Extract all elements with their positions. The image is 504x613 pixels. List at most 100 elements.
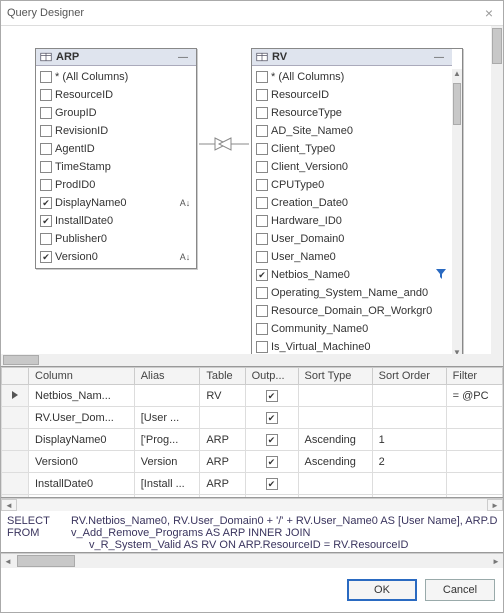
cell-sort_order[interactable] [372,385,446,407]
sql-scroll-x[interactable]: ◄ ► [1,553,503,568]
grid-row[interactable]: RV.User_Dom...[User ... [2,407,503,429]
col-header-output[interactable]: Outp... [245,368,298,385]
field-checkbox[interactable] [256,251,268,263]
cell-sort_order[interactable] [372,407,446,429]
field-row[interactable]: TimeStamp [36,158,196,176]
field-row[interactable]: ProdID0 [36,176,196,194]
field-row[interactable]: Publisher0 [36,230,196,248]
row-selector[interactable] [2,429,29,451]
grid-row[interactable]: DisplayName0['Prog...ARPAscending1 [2,429,503,451]
cell-alias[interactable]: Version [134,451,200,473]
scroll-left-icon[interactable]: ◄ [1,499,17,511]
field-checkbox[interactable] [256,323,268,335]
close-icon[interactable]: × [481,5,497,21]
field-row[interactable]: User_Name0 [252,248,452,266]
output-checkbox[interactable] [266,434,278,446]
scroll-thumb[interactable] [17,555,75,567]
field-checkbox[interactable] [40,233,52,245]
row-selector[interactable] [2,451,29,473]
cell-column[interactable]: DisplayName0 [29,429,135,451]
output-checkbox[interactable] [266,456,278,468]
table-rv-header[interactable]: RV — [252,49,452,66]
cell-table[interactable] [200,407,245,429]
field-checkbox[interactable] [40,71,52,83]
field-checkbox[interactable] [40,89,52,101]
cell-column[interactable]: Version0 [29,451,135,473]
cell-filter[interactable] [446,451,502,473]
field-checkbox[interactable] [256,71,268,83]
cell-filter[interactable] [446,495,502,499]
field-checkbox[interactable] [256,305,268,317]
field-checkbox[interactable] [256,89,268,101]
table-arp-min-button[interactable]: — [174,52,192,63]
diagram-pane[interactable]: ARP — * (All Columns)ResourceIDGroupIDRe… [1,26,503,367]
diagram-scroll-y[interactable] [491,26,503,354]
cell-sort_type[interactable] [298,495,372,499]
cell-sort_order[interactable]: 1 [372,429,446,451]
cell-alias[interactable] [134,495,200,499]
field-row[interactable]: AD_Site_Name0 [252,122,452,140]
field-row[interactable]: Netbios_Name0 [252,266,452,284]
grid-row[interactable]: Version0VersionARP Ascending2 [2,451,503,473]
field-row[interactable]: DisplayName0A↓ [36,194,196,212]
field-row[interactable]: * (All Columns) [252,68,452,86]
field-checkbox[interactable] [40,161,52,173]
field-row[interactable]: Hardware_ID0 [252,212,452,230]
field-checkbox[interactable] [40,125,52,137]
cell-column[interactable]: RV.User_Dom... [29,407,135,429]
row-selector[interactable] [2,407,29,429]
field-checkbox[interactable] [256,269,268,281]
col-header-alias[interactable]: Alias [134,368,200,385]
cell-sort_type[interactable]: Ascending [298,429,372,451]
cell-filter[interactable] [446,429,502,451]
cell-table[interactable]: ARP [200,451,245,473]
row-selector[interactable] [2,385,29,407]
output-checkbox[interactable] [266,478,278,490]
grid-row[interactable]: InstallDate0[Install ...ARP [2,473,503,495]
field-checkbox[interactable] [40,251,52,263]
field-checkbox[interactable] [40,197,52,209]
field-checkbox[interactable] [256,125,268,137]
field-checkbox[interactable] [40,179,52,191]
cell-sort_order[interactable]: 2 [372,451,446,473]
cell-filter[interactable] [446,473,502,495]
scroll-right-icon[interactable]: ► [487,499,503,511]
row-selector[interactable] [2,473,29,495]
diagram-scroll-x[interactable] [1,354,491,366]
cell-sort_type[interactable] [298,407,372,429]
field-row[interactable]: Community_Name0 [252,320,452,338]
field-checkbox[interactable] [256,197,268,209]
cancel-button[interactable]: Cancel [425,579,495,601]
grid-row[interactable] [2,495,503,499]
row-selector[interactable] [2,495,29,499]
field-checkbox[interactable] [256,179,268,191]
cell-column[interactable]: InstallDate0 [29,473,135,495]
field-row[interactable]: Client_Version0 [252,158,452,176]
criteria-grid[interactable]: Column Alias Table Outp... Sort Type Sor… [1,367,503,498]
field-row[interactable]: Version0A↓ [36,248,196,266]
cell-alias[interactable]: [Install ... [134,473,200,495]
field-checkbox[interactable] [40,215,52,227]
cell-sort_type[interactable] [298,385,372,407]
cell-sort_type[interactable]: Ascending [298,451,372,473]
cell-output[interactable] [245,495,298,499]
field-checkbox[interactable] [256,341,268,353]
scroll-up-icon[interactable]: ▲ [452,69,462,79]
field-row[interactable]: ResourceType [252,104,452,122]
cell-sort_type[interactable] [298,473,372,495]
cell-output[interactable] [245,451,298,473]
field-row[interactable]: CPUType0 [252,176,452,194]
field-row[interactable]: ResourceID [36,86,196,104]
scroll-thumb[interactable] [453,83,461,125]
output-checkbox[interactable] [266,390,278,402]
field-row[interactable]: InstallDate0 [36,212,196,230]
field-row[interactable]: * (All Columns) [36,68,196,86]
cell-table[interactable]: RV [200,385,245,407]
cell-column[interactable]: Netbios_Nam... [29,385,135,407]
scroll-right-icon[interactable]: ► [489,557,503,566]
cell-table[interactable]: ARP [200,473,245,495]
table-arp[interactable]: ARP — * (All Columns)ResourceIDGroupIDRe… [35,48,197,269]
ok-button[interactable]: OK [347,579,417,601]
field-checkbox[interactable] [40,143,52,155]
table-arp-header[interactable]: ARP — [36,49,196,66]
